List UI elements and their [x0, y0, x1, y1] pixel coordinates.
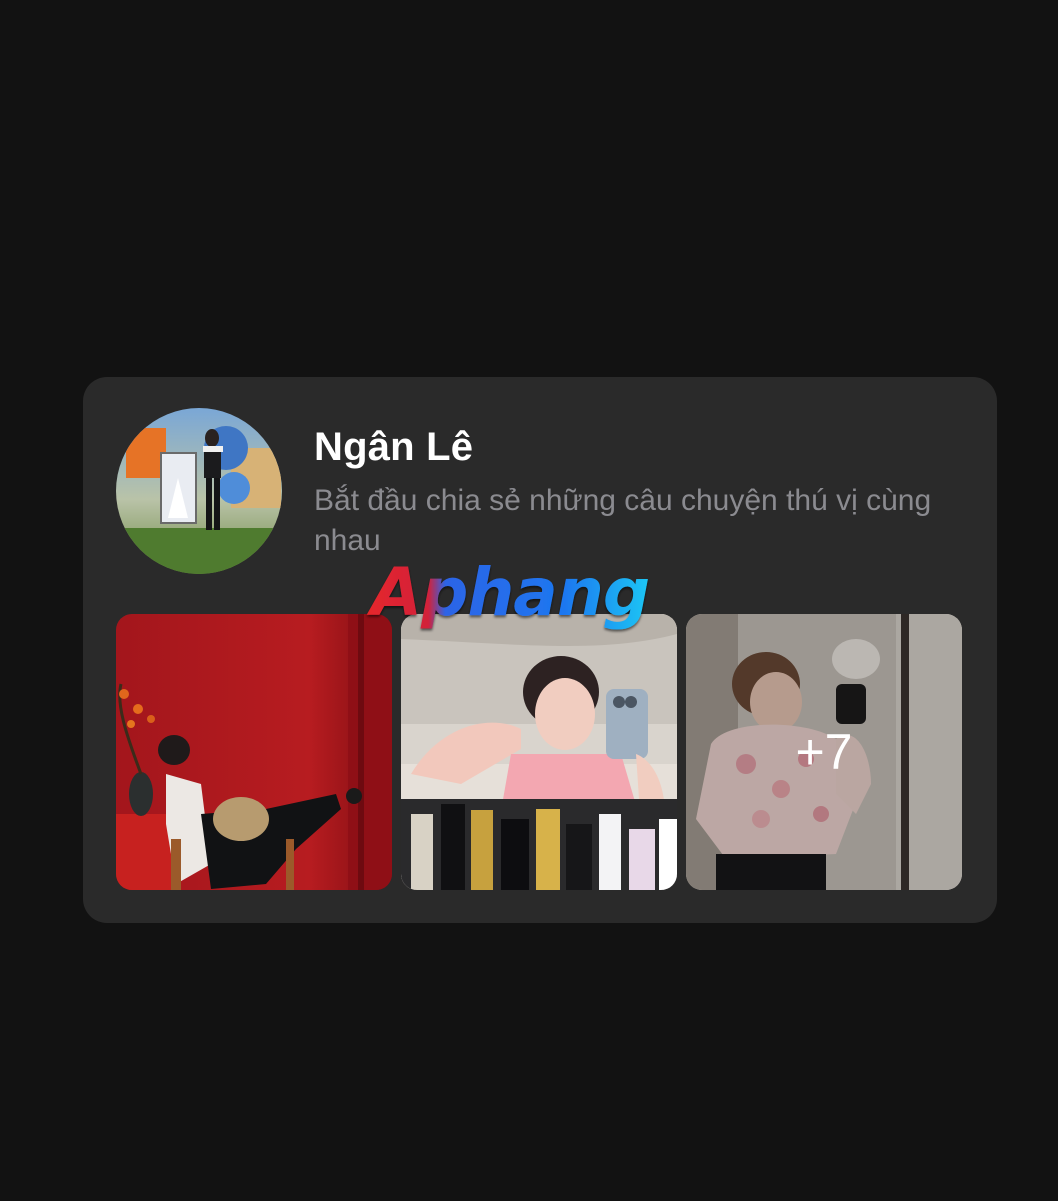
photo-1-image [116, 614, 392, 890]
profile-subtitle: Bắt đầu chia sẻ những câu chuyện thú vị … [314, 484, 932, 557]
photo-thumbnail-3[interactable]: +7 [686, 614, 962, 890]
profile-name[interactable]: Ngân Lê [314, 425, 473, 470]
profile-card[interactable]: Ngân Lê Bắt đầu chia sẻ những câu chuyện… [83, 377, 997, 923]
more-photos-count: +7 [686, 614, 962, 890]
avatar-image [116, 408, 282, 574]
photo-thumbnail-2[interactable] [401, 614, 677, 890]
photo-thumbnail-1[interactable] [116, 614, 392, 890]
photo-2-image [401, 614, 677, 890]
avatar[interactable] [116, 408, 282, 574]
